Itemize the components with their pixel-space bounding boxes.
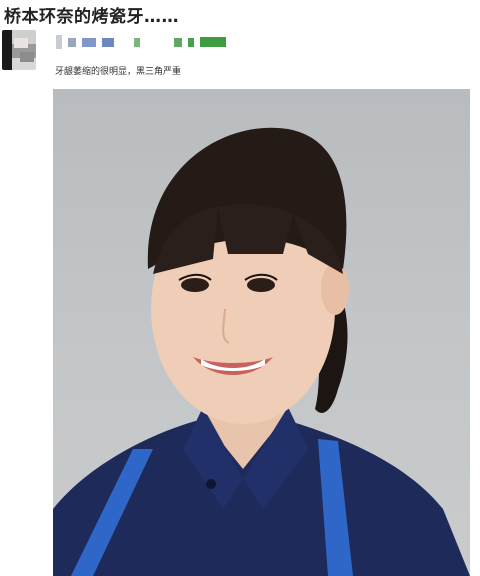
redacted-block: [56, 35, 62, 49]
redacted-block: [188, 37, 194, 47]
post-photo[interactable]: [53, 89, 470, 576]
username-redacted[interactable]: [56, 35, 232, 49]
post-caption: 牙龈萎缩的很明显，黑三角严重: [55, 67, 182, 77]
headline: 桥本环奈的烤瓷牙……: [4, 7, 179, 27]
redacted-block: [174, 37, 182, 47]
redacted-block: [82, 37, 96, 47]
avatar[interactable]: [2, 30, 36, 70]
redacted-block: [68, 37, 76, 47]
redacted-block: [134, 37, 140, 47]
redacted-block: [102, 37, 114, 47]
redacted-block: [200, 37, 226, 47]
